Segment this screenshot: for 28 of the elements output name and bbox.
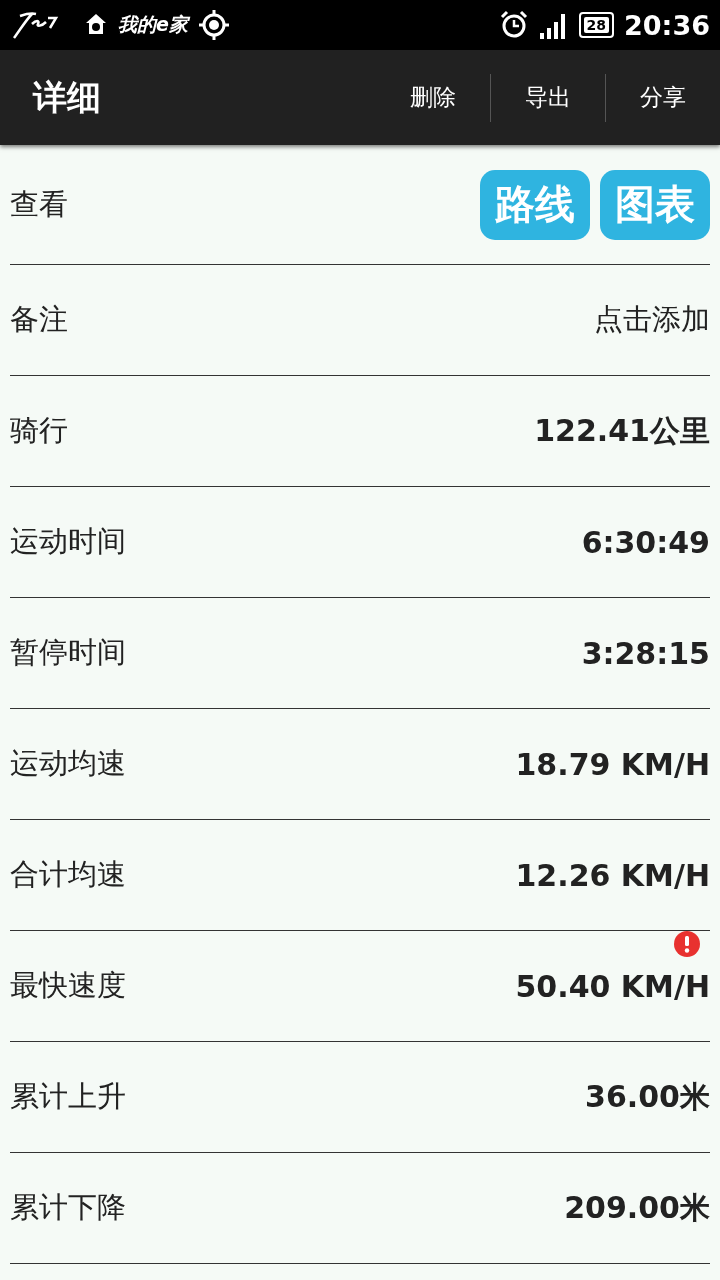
row-label: 备注 bbox=[10, 301, 68, 338]
row-label: 暂停时间 bbox=[10, 634, 126, 671]
add-note-link[interactable]: 点击添加 bbox=[594, 300, 710, 340]
row-value: 3:28:15 bbox=[581, 635, 710, 671]
row-label: 运动时间 bbox=[10, 523, 126, 560]
location-icon bbox=[197, 9, 230, 41]
alarm-icon bbox=[498, 10, 529, 40]
toolbar-action[interactable]: 分享 bbox=[606, 73, 720, 122]
row-label: 累计下降 bbox=[10, 1189, 126, 1226]
page-title: 详细 bbox=[31, 75, 102, 119]
toolbar-action[interactable]: 导出 bbox=[491, 73, 605, 122]
row-label: 运动均速 bbox=[10, 745, 126, 782]
row-value: 209.00米 bbox=[564, 1189, 710, 1225]
row-value: 50.40 KM/H bbox=[515, 968, 710, 1004]
row-label: 最快速度 bbox=[10, 967, 126, 1004]
row-label: 骑行 bbox=[10, 412, 68, 449]
app-label: 我的e家 bbox=[118, 12, 188, 37]
row-value: 122.41公里 bbox=[534, 412, 710, 448]
row-label: 合计均速 bbox=[10, 856, 126, 893]
clock-time: 20:36 bbox=[624, 9, 710, 41]
row-value: 18.79 KM/H bbox=[515, 746, 710, 782]
battery-indicator: 28 bbox=[578, 12, 615, 38]
toolbar-action[interactable]: 删除 bbox=[376, 73, 490, 122]
row-value: 6:30:49 bbox=[581, 524, 710, 560]
row-label: 查看 bbox=[10, 185, 68, 223]
row-label: 累计上升 bbox=[10, 1078, 126, 1115]
row-value: 12.26 KM/H bbox=[515, 857, 710, 893]
row-value: 36.00米 bbox=[585, 1078, 710, 1114]
